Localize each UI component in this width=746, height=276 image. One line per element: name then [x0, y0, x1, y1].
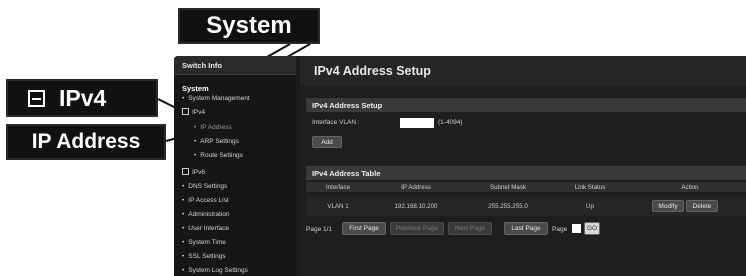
sidebar-item-system-log-settings[interactable]: • System Log Settings — [182, 267, 248, 274]
vlan-input[interactable] — [400, 118, 434, 128]
bullet-icon: • — [194, 138, 197, 145]
setup-panel-heading: IPv4 Address Setup — [306, 98, 746, 112]
bullet-icon: • — [182, 211, 185, 218]
collapse-box-icon — [182, 168, 189, 175]
vlan-range-hint: (1-4094) — [438, 119, 463, 126]
callout-ipv4: IPv4 — [6, 79, 158, 117]
last-page-button[interactable]: Last Page — [504, 222, 548, 235]
go-button[interactable]: GO — [584, 222, 600, 235]
col-link-status: Link Status — [574, 184, 606, 191]
previous-page-button[interactable]: Previous Page — [390, 222, 444, 235]
sidebar-item-administration[interactable]: • Administration — [182, 211, 229, 218]
collapse-box-icon — [28, 89, 45, 107]
col-interface: Interface — [325, 184, 351, 191]
bullet-icon: • — [182, 183, 185, 190]
bullet-icon: • — [182, 197, 185, 204]
switch-web-ui: Switch Info System • System Management IP… — [174, 56, 746, 276]
bullet-icon: • — [182, 267, 185, 274]
sidebar-item-system-time[interactable]: • System Time — [182, 239, 226, 246]
callout-ipv4-label: IPv4 — [59, 84, 107, 111]
bullet-icon: • — [182, 225, 185, 232]
bullet-icon: • — [182, 253, 185, 260]
cell-interface: VLAN 1 — [327, 203, 349, 210]
sidebar-header[interactable]: Switch Info — [174, 56, 296, 75]
page-input-label: Page — [552, 226, 568, 233]
page-title: IPv4 Address Setup — [300, 56, 746, 86]
vlan-label: Interface VLAN : — [312, 119, 360, 126]
sidebar-item-ipv4[interactable]: IPv4 — [182, 108, 205, 116]
sidebar: Switch Info System • System Management IP… — [174, 56, 296, 276]
cell-ip-address: 192.168.10.200 — [394, 203, 438, 210]
callout-system: System — [178, 8, 320, 44]
sidebar-item-user-interface[interactable]: • User Interface — [182, 225, 229, 232]
cell-subnet-mask: 255.255.255.0 — [488, 203, 528, 210]
sidebar-item-ssl-settings[interactable]: • SSL Settings — [182, 253, 226, 260]
sidebar-item-ip-access-list[interactable]: • IP Access List — [182, 197, 229, 204]
bullet-icon: • — [182, 239, 185, 246]
page-indicator: Page 1/1 — [306, 226, 333, 233]
first-page-button[interactable]: First Page — [342, 222, 386, 235]
next-page-button[interactable]: Next Page — [448, 222, 492, 235]
bullet-icon: • — [182, 95, 185, 102]
col-action: Action — [681, 184, 699, 191]
page-number-input[interactable] — [572, 224, 581, 233]
sidebar-section-system[interactable]: System — [182, 84, 209, 93]
cell-link-status: Up — [586, 203, 594, 210]
add-button[interactable]: Add — [312, 136, 342, 148]
col-ip-address: IP Address — [401, 184, 431, 191]
callout-ip-address: IP Address — [6, 124, 166, 160]
collapse-box-icon — [182, 108, 189, 115]
sidebar-item-system-management[interactable]: • System Management — [182, 95, 250, 102]
bullet-icon: • — [194, 152, 197, 159]
bullet-icon: • — [194, 124, 197, 131]
delete-button[interactable]: Delete — [686, 200, 718, 212]
sidebar-item-route-settings[interactable]: • Route Settings — [194, 152, 243, 159]
main-content: IPv4 Address Setup IPv4 Address Setup In… — [300, 56, 746, 276]
sidebar-item-ipv6[interactable]: IPv6 — [182, 168, 205, 176]
sidebar-item-ip-address[interactable]: • IP Address — [194, 124, 232, 131]
sidebar-item-arp-settings[interactable]: • ARP Settings — [194, 138, 239, 145]
col-subnet-mask: Subnet Mask — [489, 184, 527, 191]
modify-button[interactable]: Modify — [652, 200, 684, 212]
table-panel-heading: IPv4 Address Table — [306, 166, 746, 180]
sidebar-item-dns-settings[interactable]: • DNS Settings — [182, 183, 227, 190]
